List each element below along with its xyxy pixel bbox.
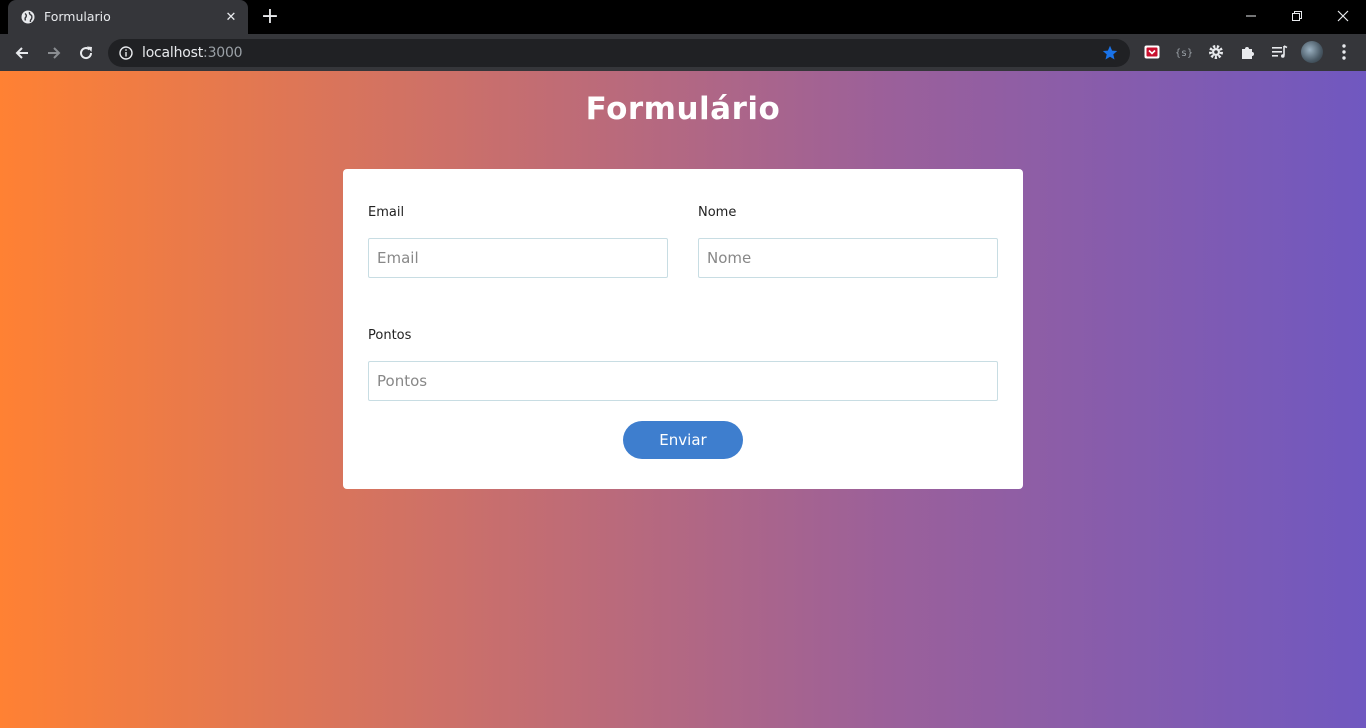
new-tab-button[interactable]: +	[260, 6, 280, 28]
url-port: :3000	[203, 45, 243, 61]
kebab-menu-icon[interactable]	[1335, 42, 1353, 62]
submit-button[interactable]: Enviar	[623, 421, 743, 459]
puzzle-icon[interactable]	[1239, 43, 1257, 61]
browser-tab[interactable]: Formulario ✕	[8, 0, 248, 34]
pontos-label: Pontos	[368, 328, 412, 343]
window-close-button[interactable]	[1320, 0, 1366, 32]
page-viewport: Formulário Email Nome Pontos Enviar	[0, 71, 1366, 728]
browser-tab-strip: Formulario ✕ +	[0, 0, 1366, 34]
arrow-right-icon	[48, 47, 61, 59]
globe-icon	[21, 10, 35, 24]
arrow-left-icon	[15, 47, 28, 59]
info-icon[interactable]	[119, 46, 133, 60]
nome-field[interactable]	[698, 238, 998, 278]
tab-close-icon[interactable]: ✕	[223, 9, 239, 25]
window-minimize-button[interactable]	[1228, 0, 1274, 32]
reload-icon	[80, 46, 93, 60]
media-playlist-icon[interactable]	[1271, 43, 1289, 61]
nome-label: Nome	[698, 205, 737, 220]
svg-text:{s}: {s}	[1175, 48, 1193, 59]
gear-icon[interactable]	[1207, 43, 1225, 61]
page-title: Formulário	[585, 91, 781, 127]
forward-button[interactable]	[41, 40, 67, 66]
form-card: Email Nome Pontos Enviar	[343, 169, 1023, 489]
profile-avatar[interactable]	[1301, 41, 1323, 63]
json-viewer-icon[interactable]: {s}	[1175, 43, 1193, 61]
back-button[interactable]	[9, 40, 35, 66]
reload-button[interactable]	[73, 40, 99, 66]
star-icon[interactable]	[1102, 45, 1118, 61]
url-text: localhost:3000	[142, 45, 243, 61]
pocket-icon[interactable]	[1143, 43, 1161, 61]
address-bar[interactable]: localhost:3000	[108, 39, 1130, 67]
email-label: Email	[368, 205, 405, 220]
pontos-field[interactable]	[368, 361, 998, 401]
email-field[interactable]	[368, 238, 668, 278]
url-host: localhost	[142, 45, 204, 61]
window-restore-button[interactable]	[1274, 0, 1320, 32]
tab-title: Formulario	[44, 9, 111, 24]
browser-toolbar: localhost:3000 {s}	[0, 34, 1366, 71]
